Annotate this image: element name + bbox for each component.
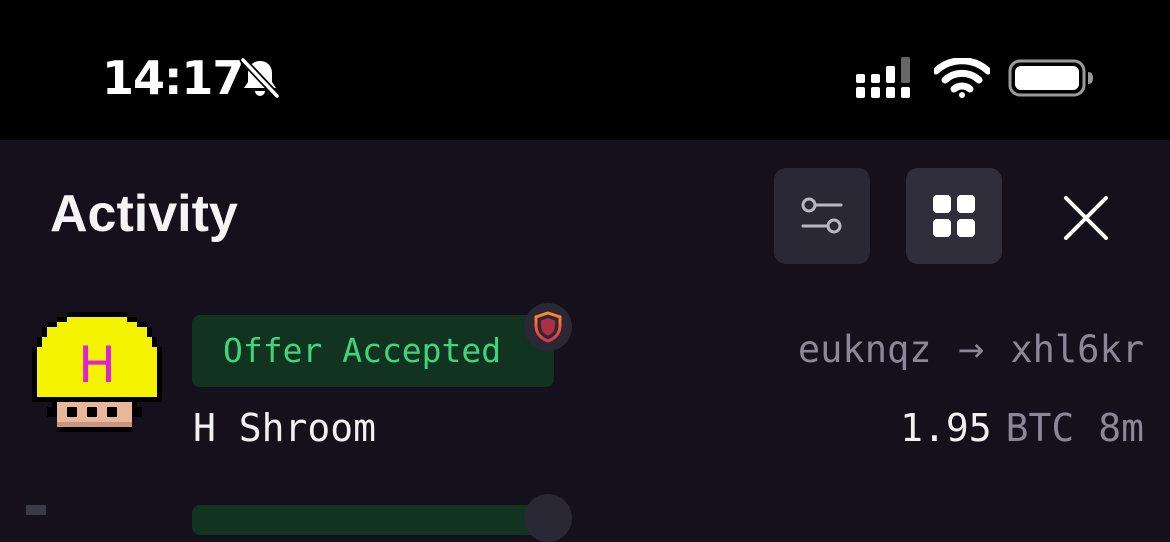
sliders-filter-icon: [801, 197, 843, 234]
next-row-shield-badge: [524, 494, 572, 542]
shield-icon: [534, 311, 562, 343]
from-address[interactable]: euknqz: [798, 326, 932, 374]
to-address[interactable]: xhl6kr: [1010, 326, 1144, 374]
status-label: Offer Accepted: [223, 331, 502, 370]
nft-avatar[interactable]: H: [22, 312, 172, 462]
time-ago: 8m: [1098, 406, 1144, 450]
transfer-addresses: euknqz → xhl6kr: [798, 326, 1144, 374]
price-line: 1.95 BTC 8m: [900, 404, 1144, 452]
status-time: 14:17: [102, 51, 244, 105]
cellular-signal-icon: [856, 57, 910, 98]
grid-view-button[interactable]: [906, 168, 1002, 264]
page-title: Activity: [50, 185, 238, 243]
next-row-avatar: [26, 505, 46, 515]
status-bar: 14:17: [0, 0, 1170, 140]
status-badge: Offer Accepted: [192, 315, 554, 387]
arrow-right-icon: →: [957, 331, 985, 369]
price-currency: BTC: [1005, 406, 1075, 450]
battery-icon: [1008, 59, 1093, 97]
avatar-letter: H: [78, 336, 116, 394]
grid-view-icon: [933, 195, 975, 237]
shield-badge: [524, 303, 572, 351]
wifi-icon: [934, 58, 990, 98]
close-button[interactable]: [1050, 182, 1122, 254]
next-row-status-badge: [192, 505, 554, 535]
item-name[interactable]: H Shroom: [193, 404, 376, 452]
bell-slash-icon: [239, 56, 281, 100]
close-icon: [1064, 196, 1108, 240]
filter-button[interactable]: [774, 168, 870, 264]
price-value: 1.95: [900, 406, 992, 450]
